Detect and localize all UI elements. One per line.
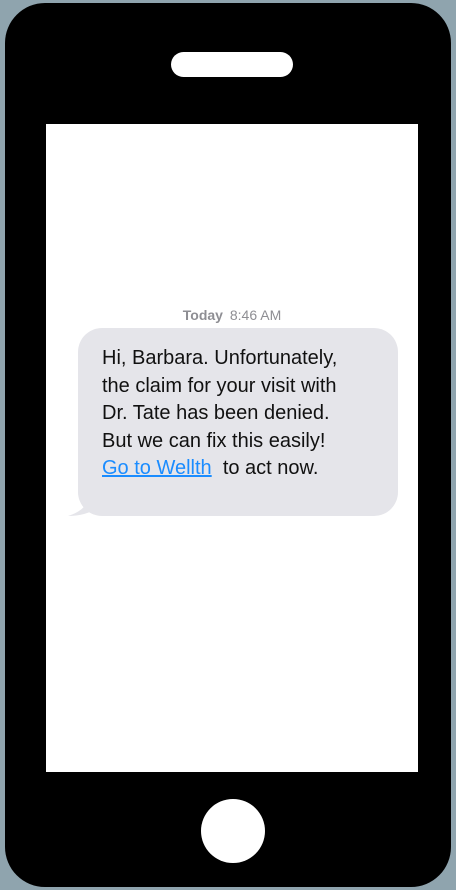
go-to-wellth-link[interactable]: Go to Wellth (102, 457, 212, 479)
message-line-5: Go to Wellth to act now. (102, 455, 382, 483)
message-line-2: the claim for your visit with (102, 374, 337, 397)
message-timestamp: Today 8:46 AM (46, 307, 418, 323)
message-line-4: But we can fix this easily! (102, 429, 326, 452)
phone-screen: Today 8:46 AM Hi, Barbara. Unfortunately… (46, 124, 418, 772)
home-button[interactable] (201, 799, 265, 863)
message-bubble: Hi, Barbara. Unfortunately, the claim fo… (78, 328, 398, 516)
message-after-link: to act now. (222, 457, 319, 479)
message-line-1: Hi, Barbara. Unfortunately, (102, 347, 338, 369)
timestamp-day: Today (182, 307, 223, 323)
message-bubble-container: Hi, Barbara. Unfortunately, the claim fo… (68, 328, 398, 518)
phone-body: Today 8:46 AM Hi, Barbara. Unfortunately… (5, 3, 451, 887)
message-line-3: Dr. Tate has been denied. (102, 402, 330, 424)
page-background: Today 8:46 AM Hi, Barbara. Unfortunately… (0, 0, 456, 890)
earpiece-speaker-icon (171, 52, 293, 77)
timestamp-time: 8:46 AM (229, 307, 282, 323)
